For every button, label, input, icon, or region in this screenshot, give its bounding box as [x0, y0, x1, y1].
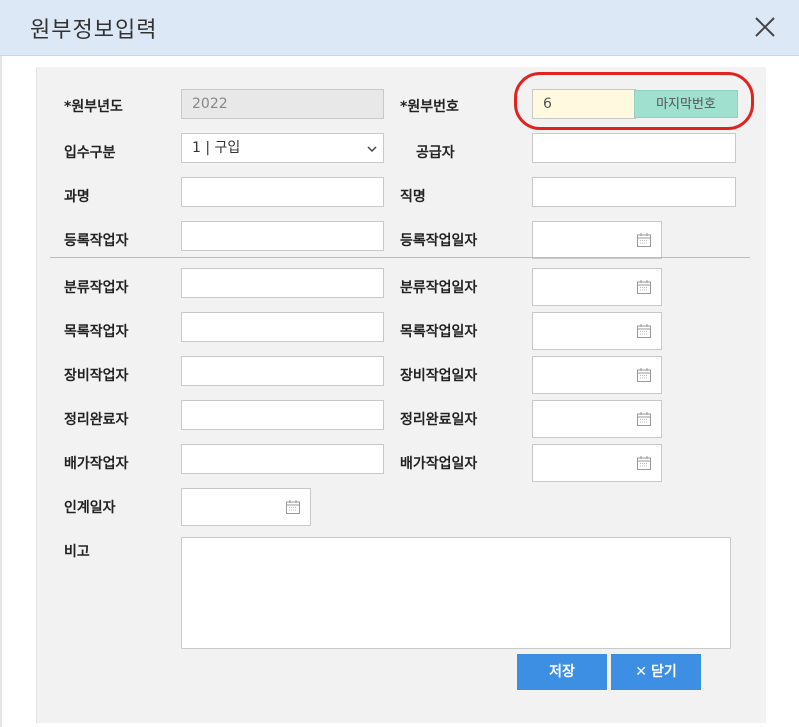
department-label: 과명	[64, 189, 90, 205]
arrange-worker-input[interactable]	[181, 400, 384, 430]
last-number-button[interactable]: 마지막번호	[634, 90, 738, 118]
handover-date-input[interactable]	[181, 488, 311, 526]
acquisition-select[interactable]: 1 | 구입	[181, 133, 384, 163]
close-dialog-button[interactable]	[748, 10, 782, 44]
supplier-input[interactable]	[532, 133, 736, 163]
equip-date-label: 장비작업일자	[400, 368, 478, 384]
window-left-edge	[0, 56, 2, 727]
equip-worker-input[interactable]	[181, 356, 384, 386]
catalog-worker-label: 목록작업자	[64, 324, 129, 340]
class-date-input[interactable]	[532, 268, 662, 306]
department-input[interactable]	[181, 177, 384, 207]
arrange-date-input[interactable]	[532, 400, 662, 438]
calendar-icon[interactable]	[636, 367, 652, 383]
position-input[interactable]	[532, 177, 736, 207]
year-label: *원부년도	[64, 99, 123, 115]
calendar-icon[interactable]	[285, 499, 301, 515]
catalog-date-label: 목록작업일자	[400, 324, 478, 340]
equip-date-input[interactable]	[532, 356, 662, 394]
close-button[interactable]: ✕ 닫기	[611, 654, 701, 690]
calendar-icon[interactable]	[636, 279, 652, 295]
shelve-date-label: 배가작업일자	[400, 456, 478, 472]
reg-worker-input[interactable]	[181, 221, 384, 251]
class-date-label: 분류작업일자	[400, 280, 478, 296]
catalog-worker-input[interactable]	[181, 312, 384, 342]
reg-date-input[interactable]	[532, 221, 662, 259]
save-button[interactable]: 저장	[517, 654, 607, 690]
acquisition-select-value: 1 | 구입	[192, 140, 241, 156]
close-button-label: 닫기	[650, 664, 677, 680]
dialog-title: 원부정보입력	[30, 18, 158, 43]
remarks-label: 비고	[64, 544, 90, 560]
shelve-date-input[interactable]	[532, 444, 662, 482]
shelve-worker-input[interactable]	[181, 444, 384, 474]
class-worker-label: 분류작업자	[64, 280, 129, 296]
calendar-icon[interactable]	[636, 323, 652, 339]
chevron-down-icon	[367, 146, 377, 153]
catalog-date-input[interactable]	[532, 312, 662, 350]
class-worker-input[interactable]	[181, 268, 384, 298]
arrange-worker-label: 정리완료자	[64, 412, 129, 428]
equip-worker-label: 장비작업자	[64, 368, 129, 384]
acquisition-label: 입수구분	[64, 145, 116, 161]
supplier-label: 공급자	[416, 145, 455, 161]
calendar-icon[interactable]	[636, 455, 652, 471]
position-label: 직명	[400, 189, 426, 205]
close-icon	[755, 17, 775, 37]
remarks-textarea[interactable]	[181, 537, 731, 649]
dialog-titlebar: 원부정보입력	[0, 0, 799, 56]
handover-date-label: 인계일자	[64, 500, 116, 516]
shelve-worker-label: 배가작업자	[64, 456, 129, 472]
number-label: *원부번호	[400, 99, 459, 115]
close-x-icon: ✕	[635, 664, 647, 680]
section-divider	[50, 257, 750, 258]
calendar-icon[interactable]	[636, 232, 652, 248]
reg-worker-label: 등록작업자	[64, 233, 129, 249]
arrange-date-label: 정리완료일자	[400, 412, 478, 428]
number-field[interactable]: 6	[532, 89, 636, 119]
reg-date-label: 등록작업일자	[400, 233, 478, 249]
year-field: 2022	[181, 89, 384, 119]
calendar-icon[interactable]	[636, 411, 652, 427]
